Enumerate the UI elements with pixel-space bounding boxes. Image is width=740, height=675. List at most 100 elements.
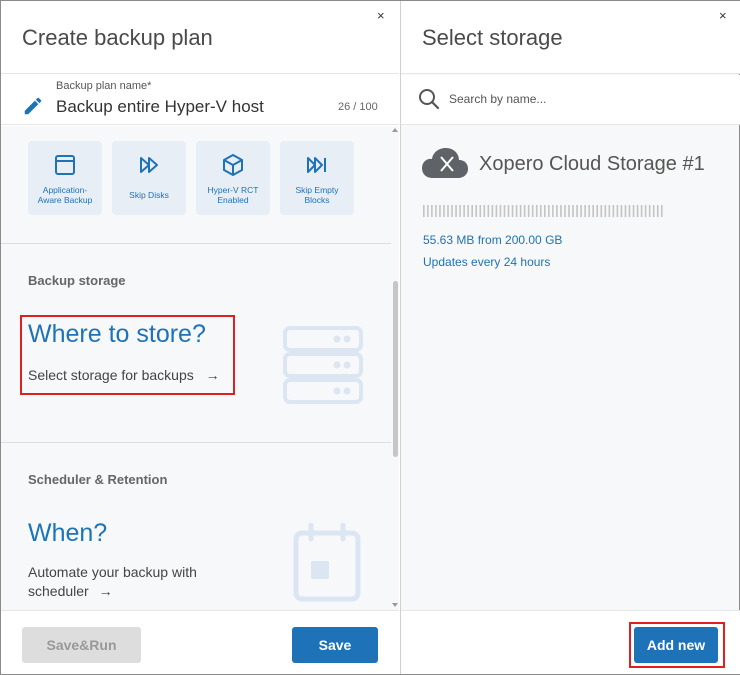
storage-item[interactable]: Xopero Cloud Storage #1 55.63 MB from 20… xyxy=(401,126,740,286)
usage-tick xyxy=(604,205,607,217)
usage-tick xyxy=(427,205,429,217)
usage-tick xyxy=(652,205,655,217)
usage-tick xyxy=(588,205,590,217)
when-heading[interactable]: When? xyxy=(28,519,107,548)
calendar-icon xyxy=(293,523,361,602)
usage-tick xyxy=(451,205,453,217)
usage-tick xyxy=(656,205,659,217)
close-icon[interactable]: × xyxy=(719,9,727,23)
usage-tick xyxy=(560,205,562,217)
tile-application-aware-backup[interactable]: Application- Aware Backup xyxy=(28,141,102,215)
section-divider xyxy=(1,243,391,244)
skip-forward-icon xyxy=(307,157,326,173)
usage-tick xyxy=(620,205,623,217)
usage-tick xyxy=(491,205,494,217)
tile-label-line2: Blocks xyxy=(304,194,330,205)
usage-tick xyxy=(552,205,554,217)
usage-tick xyxy=(539,205,542,217)
usage-tick xyxy=(479,205,482,217)
tile-hyper-v-rct[interactable]: Hyper-V RCT Enabled xyxy=(196,141,270,215)
usage-tick xyxy=(568,205,570,217)
tile-label-line2: Enabled xyxy=(217,194,249,205)
left-panel-footer: Save&Run Save xyxy=(1,610,399,674)
usage-tick xyxy=(624,205,627,217)
usage-tick xyxy=(564,205,566,217)
tile-skip-empty-blocks[interactable]: Skip Empty Blocks xyxy=(280,141,354,215)
automate-scheduler-link[interactable]: Automate your backup with scheduler → xyxy=(28,563,197,601)
window-icon xyxy=(55,155,75,175)
usage-tick xyxy=(471,205,473,217)
usage-tick xyxy=(640,205,643,217)
arrow-right-icon: → xyxy=(205,367,220,383)
left-panel-header: Create backup plan × xyxy=(1,1,399,74)
usage-tick xyxy=(463,205,465,217)
usage-tick xyxy=(636,205,639,217)
usage-tick xyxy=(572,205,574,217)
storage-usage-text: 55.63 MB from 200.00 GB xyxy=(423,233,563,247)
usage-tick xyxy=(423,205,425,217)
usage-tick xyxy=(487,205,490,217)
search-input[interactable] xyxy=(449,89,719,109)
usage-tick xyxy=(467,205,469,217)
usage-tick xyxy=(660,205,663,217)
usage-tick xyxy=(435,205,437,217)
tile-skip-disks[interactable]: Skip Disks xyxy=(112,141,186,215)
usage-tick xyxy=(596,205,599,217)
backup-storage-label: Backup storage xyxy=(28,273,126,288)
select-storage-link[interactable]: Select storage for backups → xyxy=(28,366,220,385)
usage-tick xyxy=(495,205,498,217)
pencil-icon xyxy=(24,97,42,115)
storage-updates-text: Updates every 24 hours xyxy=(423,255,551,269)
save-button[interactable]: Save xyxy=(292,627,378,663)
usage-tick xyxy=(519,205,522,217)
right-panel-footer: Add new xyxy=(401,610,740,674)
cube-icon xyxy=(223,154,243,176)
cloud-storage-icon xyxy=(422,148,468,178)
plan-options-scroll: Application- Aware Backup Skip Disks Hyp… xyxy=(1,126,399,610)
usage-tick xyxy=(459,205,461,217)
usage-tick xyxy=(576,205,578,217)
usage-tick xyxy=(616,205,619,217)
usage-tick xyxy=(447,205,449,217)
select-storage-label: Select storage for backups xyxy=(28,367,194,383)
usage-tick xyxy=(608,205,611,217)
server-icon xyxy=(283,326,363,404)
usage-tick xyxy=(483,205,486,217)
right-panel-header: Select storage × xyxy=(401,1,740,74)
usage-tick xyxy=(592,205,594,217)
usage-tick xyxy=(648,205,651,217)
save-and-run-button[interactable]: Save&Run xyxy=(22,627,141,663)
usage-tick xyxy=(443,205,445,217)
scrollbar-thumb[interactable] xyxy=(393,281,398,457)
usage-tick xyxy=(523,205,526,217)
storage-name: Xopero Cloud Storage #1 xyxy=(479,153,705,175)
panel-title: Create backup plan xyxy=(22,25,213,50)
usage-tick xyxy=(580,205,582,217)
where-to-store-heading[interactable]: Where to store? xyxy=(28,320,206,349)
usage-tick xyxy=(584,205,586,217)
panel-title: Select storage xyxy=(422,25,563,50)
usage-tick xyxy=(535,205,538,217)
plan-name-field[interactable]: Backup plan name* Backup entire Hyper-V … xyxy=(1,75,399,125)
tile-label-line2: Aware Backup xyxy=(37,194,93,205)
vertical-scrollbar[interactable] xyxy=(391,126,399,610)
usage-tick xyxy=(531,205,534,217)
scroll-down-icon[interactable] xyxy=(392,603,398,607)
scroll-up-icon[interactable] xyxy=(392,128,398,132)
close-icon[interactable]: × xyxy=(377,9,385,23)
usage-tick xyxy=(475,205,478,217)
storage-search xyxy=(401,75,740,125)
usage-tick xyxy=(503,205,506,217)
plan-name-value[interactable]: Backup entire Hyper-V host xyxy=(56,97,264,117)
usage-tick xyxy=(600,205,603,217)
usage-tick xyxy=(527,205,530,217)
usage-tick xyxy=(544,205,546,217)
usage-tick xyxy=(439,205,441,217)
usage-tick xyxy=(455,205,457,217)
plan-name-label: Backup plan name* xyxy=(56,80,152,92)
usage-tick xyxy=(632,205,635,217)
tile-label-line1: Skip Disks xyxy=(129,190,169,200)
add-new-button[interactable]: Add new xyxy=(634,627,718,663)
usage-tick xyxy=(515,205,518,217)
create-backup-plan-panel: Create backup plan × Backup plan name* B… xyxy=(1,1,399,674)
